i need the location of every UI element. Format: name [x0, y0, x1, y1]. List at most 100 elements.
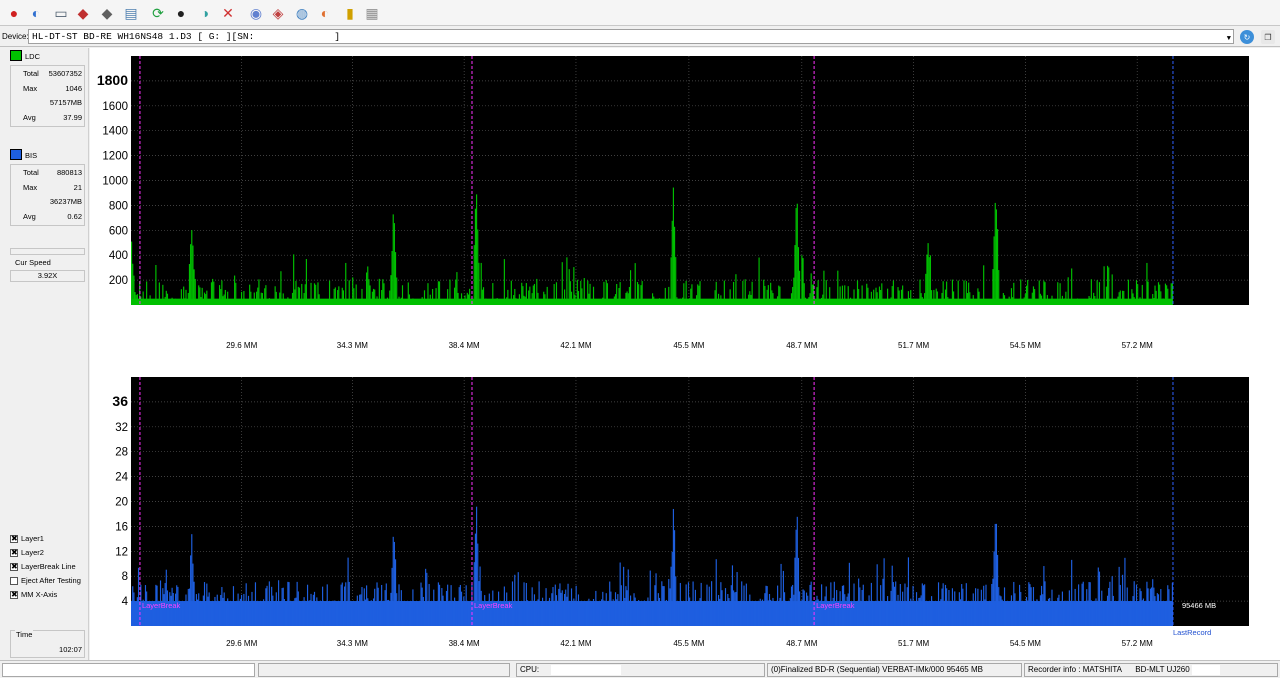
data-bar — [479, 566, 481, 626]
data-bar — [448, 298, 450, 305]
x-tick-label: 54.5 MM — [1010, 639, 1041, 648]
refresh-icon[interactable]: ↻ — [1240, 30, 1254, 44]
option-eject-after-testing[interactable]: Eject After Testing — [10, 576, 81, 588]
data-bar — [196, 298, 199, 305]
data-bar — [1110, 601, 1112, 626]
disc-info-icon[interactable]: ◐ — [26, 3, 46, 23]
start-icon[interactable]: ⟳ — [148, 3, 168, 23]
data-bar — [411, 298, 413, 305]
drive-icon[interactable]: ▭ — [51, 3, 71, 23]
data-bar — [574, 600, 576, 626]
data-bar — [851, 298, 853, 305]
data-bar — [883, 558, 885, 626]
data-bar — [228, 601, 230, 626]
data-bar — [473, 562, 475, 626]
data-bar — [843, 298, 845, 305]
chart-icon[interactable]: ▮ — [340, 3, 360, 23]
data-bar — [588, 293, 590, 305]
data-bar — [801, 255, 803, 305]
data-bar — [262, 298, 265, 305]
data-bar — [609, 298, 611, 305]
data-bar — [310, 593, 312, 626]
data-bar — [724, 588, 727, 626]
data-bar — [927, 601, 929, 626]
checkbox[interactable]: ✖ — [10, 549, 18, 558]
stop-icon[interactable]: ✕ — [218, 3, 238, 23]
data-bar — [983, 265, 985, 305]
option-layer1[interactable]: ✖ Layer1 — [10, 534, 44, 546]
data-bar — [305, 601, 307, 626]
checkbox[interactable]: ✖ — [10, 535, 18, 544]
data-bar — [258, 601, 260, 626]
option-layerbreak-line[interactable]: ✖ LayerBreak Line — [10, 562, 76, 574]
data-bar — [834, 298, 837, 305]
data-bar — [532, 285, 534, 305]
data-bar — [704, 298, 706, 305]
network-icon[interactable]: ◍ — [292, 3, 312, 23]
chevron-down-icon[interactable]: ▼ — [1227, 33, 1231, 46]
data-bar — [677, 601, 679, 626]
data-bar — [934, 298, 936, 305]
erase-icon[interactable]: ◆ — [73, 3, 93, 23]
checkbox[interactable] — [10, 577, 18, 586]
data-bar — [663, 298, 665, 305]
data-bar — [648, 298, 650, 305]
checkbox[interactable]: ✖ — [10, 563, 18, 572]
data-bar — [972, 295, 974, 305]
data-bar — [346, 601, 348, 626]
data-bar — [1017, 600, 1019, 626]
burn-icon[interactable]: ◆ — [97, 3, 117, 23]
data-bar — [617, 594, 619, 626]
cpu-label: CPU: — [520, 665, 540, 674]
data-bar — [370, 600, 372, 626]
data-bar — [469, 288, 471, 305]
power-icon[interactable]: ● — [4, 3, 24, 23]
data-bar — [316, 597, 318, 626]
data-bar — [481, 289, 483, 305]
data-bar — [521, 601, 523, 626]
compare-icon[interactable]: ◑ — [195, 3, 215, 23]
scan-icon[interactable]: ● — [171, 3, 191, 23]
data-bar — [340, 584, 342, 626]
export-icon[interactable]: ◈ — [268, 3, 288, 23]
data-bar — [194, 278, 196, 305]
data-bar — [949, 601, 951, 626]
device-select[interactable]: HL-DT-ST BD-RE WH16NS48 1.D3 [ G: ][SN:]… — [28, 29, 1234, 44]
data-bar — [749, 594, 751, 626]
data-bar — [375, 601, 377, 626]
data-bar — [990, 601, 992, 626]
option-layer2[interactable]: ✖ Layer2 — [10, 548, 44, 560]
data-bar — [163, 298, 165, 305]
data-bar — [203, 292, 206, 305]
data-bar — [131, 241, 133, 305]
copy-disc-icon[interactable]: ▤ — [121, 3, 141, 23]
data-bar — [796, 516, 798, 626]
checkbox[interactable]: ✖ — [10, 591, 18, 600]
data-bar — [800, 601, 802, 626]
data-bar — [1153, 298, 1155, 305]
data-bar — [669, 298, 671, 305]
data-bar — [680, 298, 683, 305]
data-bar — [624, 597, 626, 626]
data-bar — [214, 596, 216, 626]
data-bar — [669, 588, 671, 626]
print-icon[interactable]: ▦ — [362, 3, 382, 23]
data-bar — [191, 534, 193, 626]
data-bar — [1148, 601, 1150, 626]
data-bar — [755, 298, 757, 305]
option-mm-x-axis[interactable]: ✖ MM X-Axis — [10, 590, 57, 602]
settings-icon[interactable]: ◉ — [246, 3, 266, 23]
data-bar — [371, 601, 373, 626]
test-icon[interactable]: ◐ — [315, 3, 335, 23]
data-bar — [914, 601, 916, 626]
data-bar — [596, 298, 598, 305]
data-bar — [225, 601, 228, 626]
data-bar — [348, 280, 350, 305]
data-bar — [166, 293, 169, 305]
data-bar — [1023, 601, 1025, 626]
data-bar — [985, 298, 987, 305]
data-bar — [1071, 268, 1073, 305]
copy-icon[interactable]: ❐ — [1261, 30, 1275, 44]
data-bar — [803, 590, 805, 626]
data-bar — [342, 601, 345, 626]
